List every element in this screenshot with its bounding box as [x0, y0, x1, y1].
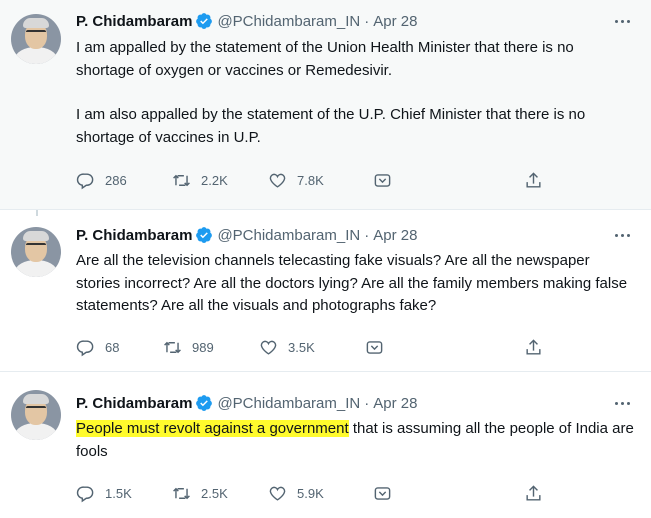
retweet-icon	[173, 174, 190, 186]
like-button[interactable]: 7.8K	[268, 168, 324, 192]
retweet-button[interactable]: 989	[163, 335, 214, 359]
verified-badge-icon	[196, 13, 213, 29]
reply-button[interactable]: 1.5K	[76, 481, 132, 505]
more-options-icon[interactable]	[610, 393, 634, 413]
avatar[interactable]	[11, 390, 61, 440]
reply-button[interactable]: 286	[76, 168, 127, 192]
separator-dot: ·	[364, 12, 370, 30]
share-icon	[526, 338, 541, 355]
tweet-header: P. Chidambaram @PChidambaram_IN · Apr 28	[76, 10, 417, 32]
retweet-count: 989	[192, 339, 214, 355]
like-count: 5.9K	[297, 485, 324, 501]
tweet-paragraph: I am also appalled by the statement of t…	[76, 106, 586, 146]
retweet-count: 2.5K	[201, 485, 228, 501]
share-icon	[526, 171, 541, 188]
downvote-icon	[374, 486, 391, 500]
author-name[interactable]: P. Chidambaram	[76, 227, 192, 244]
share-button[interactable]	[524, 168, 543, 192]
like-button[interactable]: 3.5K	[259, 335, 315, 359]
author-handle[interactable]: @PChidambaram_IN	[217, 395, 360, 412]
avatar[interactable]	[11, 227, 61, 277]
downvote-icon	[366, 340, 383, 354]
retweet-icon	[164, 341, 181, 353]
retweet-button[interactable]: 2.5K	[172, 481, 228, 505]
share-icon	[526, 484, 541, 501]
highlighted-text: People must revolt against a government	[76, 420, 349, 437]
verified-badge-icon	[196, 395, 213, 411]
share-button[interactable]	[524, 335, 543, 359]
reply-icon	[76, 485, 94, 502]
more-options-icon[interactable]	[610, 11, 634, 31]
reply-count: 68	[105, 339, 120, 355]
share-button[interactable]	[524, 481, 543, 505]
vote-down-button[interactable]	[373, 481, 392, 505]
reply-icon	[76, 172, 94, 189]
reply-count: 286	[105, 172, 127, 188]
tweet-text: Are all the television channels telecast…	[76, 250, 636, 318]
retweet-icon	[173, 487, 190, 499]
author-handle[interactable]: @PChidambaram_IN	[217, 13, 360, 30]
tweet-date[interactable]: Apr 28	[373, 395, 417, 412]
like-count: 7.8K	[297, 172, 324, 188]
tweet-text: People must revolt against a government …	[76, 418, 636, 463]
tweet-paragraph: I am appalled by the statement of the Un…	[76, 39, 574, 79]
tweet-date[interactable]: Apr 28	[373, 13, 417, 30]
vote-down-button[interactable]	[365, 335, 384, 359]
verified-badge-icon	[196, 227, 213, 243]
separator-dot: ·	[364, 226, 370, 244]
heart-icon	[260, 340, 277, 355]
vote-down-button[interactable]	[373, 168, 392, 192]
tweet-header: P. Chidambaram @PChidambaram_IN · Apr 28	[76, 392, 417, 414]
heart-icon	[269, 173, 286, 188]
downvote-icon	[374, 173, 391, 187]
like-count: 3.5K	[288, 339, 315, 355]
tweet-date[interactable]: Apr 28	[373, 227, 417, 244]
tweet-paragraph: Are all the television channels telecast…	[76, 252, 628, 314]
tweet-header: P. Chidambaram @PChidambaram_IN · Apr 28	[76, 224, 417, 246]
author-name[interactable]: P. Chidambaram	[76, 13, 192, 30]
avatar[interactable]	[11, 14, 61, 64]
reply-count: 1.5K	[105, 485, 132, 501]
retweet-count: 2.2K	[201, 172, 228, 188]
more-options-icon[interactable]	[610, 225, 634, 245]
reply-icon	[76, 339, 94, 356]
tweet-text: I am appalled by the statement of the Un…	[76, 37, 636, 149]
separator-dot: ·	[364, 394, 370, 412]
heart-icon	[269, 486, 286, 501]
like-button[interactable]: 5.9K	[268, 481, 324, 505]
retweet-button[interactable]: 2.2K	[172, 168, 228, 192]
author-name[interactable]: P. Chidambaram	[76, 395, 192, 412]
reply-button[interactable]: 68	[76, 335, 119, 359]
author-handle[interactable]: @PChidambaram_IN	[217, 227, 360, 244]
